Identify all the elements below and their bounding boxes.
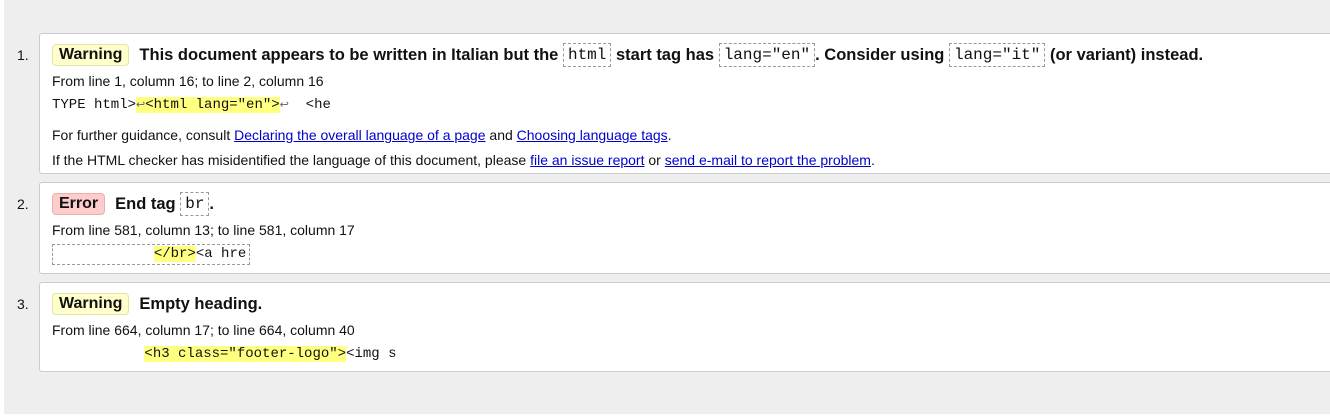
- source-extract: TYPE html>↩<html lang="en">↩ <he: [52, 96, 331, 116]
- line-feed-icon: ↩: [279, 100, 289, 112]
- message-item: 2. Error End tag br. From line 581, colu…: [17, 182, 1330, 274]
- message-text-part: Empty heading.: [139, 295, 263, 313]
- extract-text: [52, 346, 144, 362]
- guidance-text: .: [667, 127, 672, 143]
- message-text-part: (or variant) instead.: [1049, 46, 1204, 64]
- highlighted-code: </br>: [153, 246, 196, 262]
- code-snippet: lang="en": [718, 43, 816, 67]
- source-location: From line 581, column 13; to line 581, c…: [52, 222, 355, 238]
- message-text: Warning This document appears to be writ…: [52, 43, 1322, 67]
- message-text-part: . Consider using: [815, 46, 945, 64]
- report-text: If the HTML checker has misidentified th…: [52, 152, 527, 168]
- message-text: Warning Empty heading.: [52, 292, 1322, 316]
- source-extract: <h3 class="footer-logo"><img s: [52, 345, 396, 364]
- report-note: If the HTML checker has misidentified th…: [52, 151, 1322, 169]
- highlighted-code: <h3 class="footer-logo">: [144, 346, 347, 362]
- declaring-language-link[interactable]: Declaring the overall language of a page: [234, 127, 485, 143]
- message-text-part: start tag has: [615, 46, 715, 64]
- line-feed-icon: ↩: [136, 100, 146, 112]
- highlighted-code: <html lang="en">: [145, 97, 280, 113]
- source-location: From line 1, column 16; to line 2, colum…: [52, 73, 324, 89]
- extract-text: <he: [288, 97, 331, 113]
- validation-results-panel: 1. Warning This document appears to be w…: [4, 0, 1330, 414]
- source-extract: </br><a hre: [52, 244, 251, 265]
- guidance-text: and: [489, 127, 513, 143]
- code-snippet: br: [180, 192, 210, 216]
- warning-badge: Warning: [52, 293, 130, 315]
- error-badge: Error: [52, 193, 106, 215]
- warning-badge: Warning: [52, 44, 130, 66]
- source-location: From line 664, column 17; to line 664, c…: [52, 322, 355, 338]
- guidance-text: For further guidance, consult: [52, 127, 231, 143]
- report-text: .: [870, 152, 875, 168]
- guidance-note: For further guidance, consult Declaring …: [52, 126, 1322, 144]
- code-snippet: html: [562, 43, 612, 67]
- message-number: 1.: [17, 47, 29, 63]
- message-list: 1. Warning This document appears to be w…: [4, 33, 1330, 380]
- message-item: 1. Warning This document appears to be w…: [17, 33, 1330, 174]
- file-issue-report-link[interactable]: file an issue report: [530, 152, 644, 168]
- message-text: Error End tag br.: [52, 192, 1322, 216]
- message-text-part: This document appears to be written in I…: [139, 46, 559, 64]
- choosing-language-tags-link[interactable]: Choosing language tags: [517, 127, 668, 143]
- message-text-part: End tag: [115, 195, 176, 213]
- extract-text: <a hre: [195, 246, 247, 262]
- extract-text: [53, 246, 154, 262]
- send-email-link[interactable]: send e-mail to report the problem: [665, 152, 871, 168]
- extract-highlight: ↩<html lang="en">: [136, 97, 280, 113]
- extract-text: <img s: [346, 346, 397, 362]
- message-number: 3.: [17, 296, 29, 312]
- extract-text: TYPE html>: [52, 97, 137, 113]
- message-number: 2.: [17, 196, 29, 212]
- message-text-part: .: [209, 195, 215, 213]
- code-snippet: lang="it": [948, 43, 1046, 67]
- message-item: 3. Warning Empty heading. From line 664,…: [17, 282, 1330, 372]
- report-text: or: [648, 152, 661, 168]
